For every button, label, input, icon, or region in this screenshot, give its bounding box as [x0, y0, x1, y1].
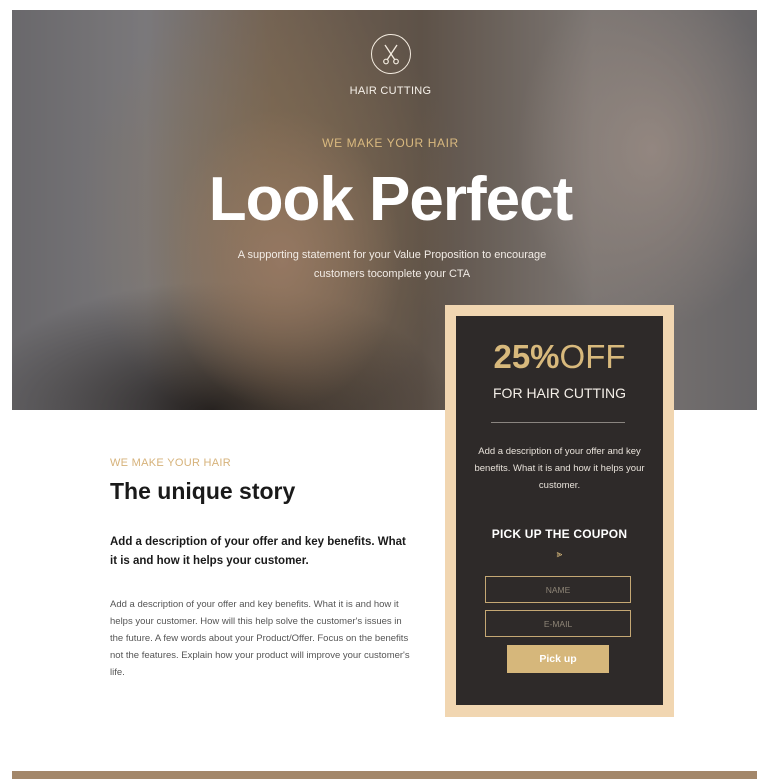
coupon-description: Add a description of your offer and key … — [474, 446, 645, 491]
hero-headline: Look Perfect — [208, 165, 574, 234]
email-input[interactable] — [485, 610, 631, 637]
coupon-heading: PICK UP THE COUPON — [491, 527, 628, 541]
hero-section: HAIR CUTTING WE MAKE YOUR HAIR Look Perf… — [12, 10, 757, 410]
story-kicker: WE MAKE YOUR HAIR — [110, 457, 232, 469]
hero-subline: A supporting statement for your Value Pr… — [237, 249, 547, 280]
story-body: Add a description of your offer and key … — [110, 599, 410, 678]
hero-tagline: WE MAKE YOUR HAIR — [322, 136, 459, 150]
hero-content: HAIR CUTTING WE MAKE YOUR HAIR Look Perf… — [12, 10, 757, 410]
scissors-icon — [371, 34, 411, 74]
story-lead: Add a description of your offer and key … — [110, 536, 406, 567]
coupon-divider — [491, 422, 625, 423]
story-title: The unique story — [110, 478, 296, 504]
footer-bar — [12, 771, 757, 779]
name-input[interactable] — [485, 576, 631, 603]
brand-name: HAIR CUTTING — [349, 85, 432, 97]
pick-up-button[interactable]: Pick up — [507, 645, 609, 673]
double-chevron-down-icon: ⫸ — [556, 549, 563, 560]
